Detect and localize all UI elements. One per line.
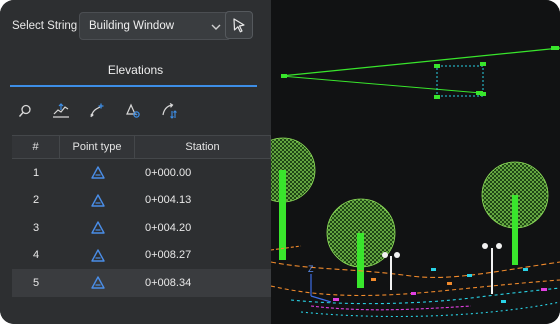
point-type-icon [90,276,105,289]
row-index: 3 [32,221,40,234]
point-settings-button[interactable] [120,100,146,122]
table-row[interactable]: 1 0+000.00 [12,159,271,187]
point-type-icon [90,166,105,179]
cursor-pick-icon [233,18,245,33]
point-type-icon [90,221,105,234]
table-row[interactable]: 3 0+004.20 [12,214,271,242]
points-table: # Point type Station 1 0+000.00 2 0+004.… [12,135,271,297]
select-string-row: Select String Building Window [12,11,253,40]
row-index: 4 [32,249,40,262]
string-dropdown[interactable]: Building Window [79,12,231,40]
point-type-cell [60,269,135,297]
station-cell: 0+004.13 [145,194,192,207]
point-settings-icon [126,103,140,118]
row-index: 5 [32,276,40,289]
light-pole[interactable] [382,252,400,290]
station-cell: 0+000.00 [145,166,192,179]
add-point-button[interactable] [84,100,110,122]
active-tab-indicator [10,85,257,87]
point-type-cell [60,159,135,187]
elevation-profile-icon [53,103,69,118]
tab-elevations-label: Elevations [107,63,164,77]
elevation-profile-button[interactable] [48,100,74,122]
axis-z-label: Z [308,264,314,274]
string-dropdown-value: Building Window [89,20,175,32]
row-index: 2 [32,194,40,207]
station-cell: 0+008.27 [145,249,192,262]
chevron-down-icon [211,24,221,30]
tree[interactable] [326,198,396,288]
tab-elevations[interactable]: Elevations [0,53,271,87]
station-cell: 0+008.34 [145,276,192,289]
select-string-label: Select String [12,20,78,32]
point-type-icon [90,249,105,262]
point-type-cell [60,242,135,270]
light-pole[interactable] [482,243,502,294]
header-index[interactable]: # [12,136,60,158]
sort-button[interactable] [156,100,182,122]
point-type-cell [60,187,135,215]
table-header: # Point type Station [12,135,271,159]
zoom-button[interactable] [12,100,38,122]
selected-string[interactable] [280,46,560,95]
sort-icon [162,102,177,119]
table-row[interactable]: 4 0+008.27 [12,242,271,270]
table-row[interactable]: 2 0+004.13 [12,187,271,215]
point-type-cell [60,214,135,242]
elevations-toolbar [12,100,182,122]
table-row-selected[interactable]: 5 0+008.34 [12,269,271,297]
search-icon [18,104,31,117]
axis-gizmo: Z [308,264,332,303]
3d-viewport[interactable]: Z [271,0,560,324]
survey-markers [333,268,547,303]
add-point-icon [90,103,104,118]
viewport-scene: Z [271,46,560,318]
point-type-icon [90,194,105,207]
pick-string-button[interactable] [225,11,253,39]
elevations-panel: Select String Building Window Elevations [0,0,271,324]
station-cell: 0+004.20 [145,221,192,234]
row-index: 1 [32,166,40,179]
tree[interactable] [271,137,316,260]
header-station[interactable]: Station [135,136,271,158]
header-point-type[interactable]: Point type [60,136,135,158]
app-window: Select String Building Window Elevations [0,0,560,324]
